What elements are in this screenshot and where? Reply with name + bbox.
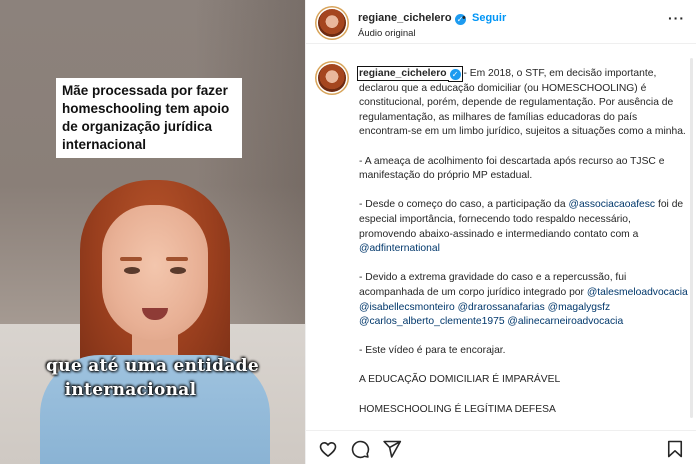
caption-avatar[interactable] bbox=[318, 64, 346, 92]
heart-icon[interactable] bbox=[318, 439, 338, 459]
username-text[interactable]: regiane_cichelero bbox=[358, 12, 452, 24]
mention-link[interactable]: @talesmeloadvocacia bbox=[587, 287, 688, 298]
mention-link[interactable]: @carlos_alberto_clemente1975 bbox=[359, 316, 505, 327]
caption-paragraph-5: - Este vídeo é para te encorajar. bbox=[359, 345, 506, 357]
post-header: regiane_cichelero ✓ • Seguir Áudio origin… bbox=[306, 0, 696, 44]
video-headline: Mãe processada por fazer homeschooling t… bbox=[56, 78, 242, 158]
share-icon[interactable] bbox=[382, 439, 402, 459]
scrollbar[interactable] bbox=[690, 58, 693, 418]
caption-paragraph-6: A EDUCAÇÃO DOMICILIAR É IMPARÁVEL bbox=[359, 374, 561, 386]
video-caption-line2: internacional bbox=[64, 380, 197, 400]
separator-dot: • bbox=[462, 12, 466, 24]
caption-paragraph-7: HOMESCHOOLING É LEGÍTIMA DEFESA bbox=[359, 403, 556, 415]
mention-link[interactable]: @drarossanafarias bbox=[458, 302, 545, 313]
caption-paragraph-1: regiane_cichelero ✓ - Em 2018, o STF, em … bbox=[357, 66, 689, 140]
post-panel: regiane_cichelero ✓ • Seguir Áudio origin… bbox=[305, 0, 696, 464]
bookmark-icon[interactable] bbox=[665, 439, 685, 459]
mention-link[interactable]: @isabellecsmonteiro bbox=[359, 302, 455, 313]
mention-link[interactable]: @associacaoafesc bbox=[569, 199, 656, 210]
comment-icon[interactable] bbox=[350, 439, 370, 459]
mention-link[interactable]: @alinecarneiroadvocacia bbox=[507, 316, 623, 327]
video-caption-line1: que até uma entidade bbox=[46, 356, 259, 376]
more-horizontal-icon[interactable]: ··· bbox=[668, 10, 685, 26]
reel-video[interactable]: Mãe processada por fazer homeschooling t… bbox=[0, 0, 305, 464]
header-username[interactable]: regiane_cichelero ✓ bbox=[358, 12, 466, 25]
verified-badge-icon: ✓ bbox=[449, 69, 461, 80]
caption-username[interactable]: regiane_cichelero ✓ bbox=[357, 66, 463, 81]
mention-link[interactable]: @magalygsfz bbox=[548, 302, 611, 313]
mention-link[interactable]: @adfinternational bbox=[359, 243, 440, 254]
caption-paragraph-3: - Desde o começo do caso, a participação… bbox=[359, 198, 689, 256]
post-caption: regiane_cichelero ✓ - Em 2018, o STF, em … bbox=[357, 66, 689, 417]
caption-paragraph-4: - Devido a extrema gravidade do caso e a… bbox=[359, 271, 689, 329]
caption-text: - Desde o começo do caso, a participação… bbox=[359, 199, 569, 211]
follow-button[interactable]: Seguir bbox=[472, 12, 506, 24]
action-bar bbox=[306, 430, 696, 464]
avatar[interactable] bbox=[318, 9, 346, 37]
caption-paragraph-2: - A ameaça de acolhimento foi descartada… bbox=[359, 155, 665, 182]
audio-label[interactable]: Áudio original bbox=[358, 28, 416, 39]
video-person bbox=[40, 180, 270, 464]
